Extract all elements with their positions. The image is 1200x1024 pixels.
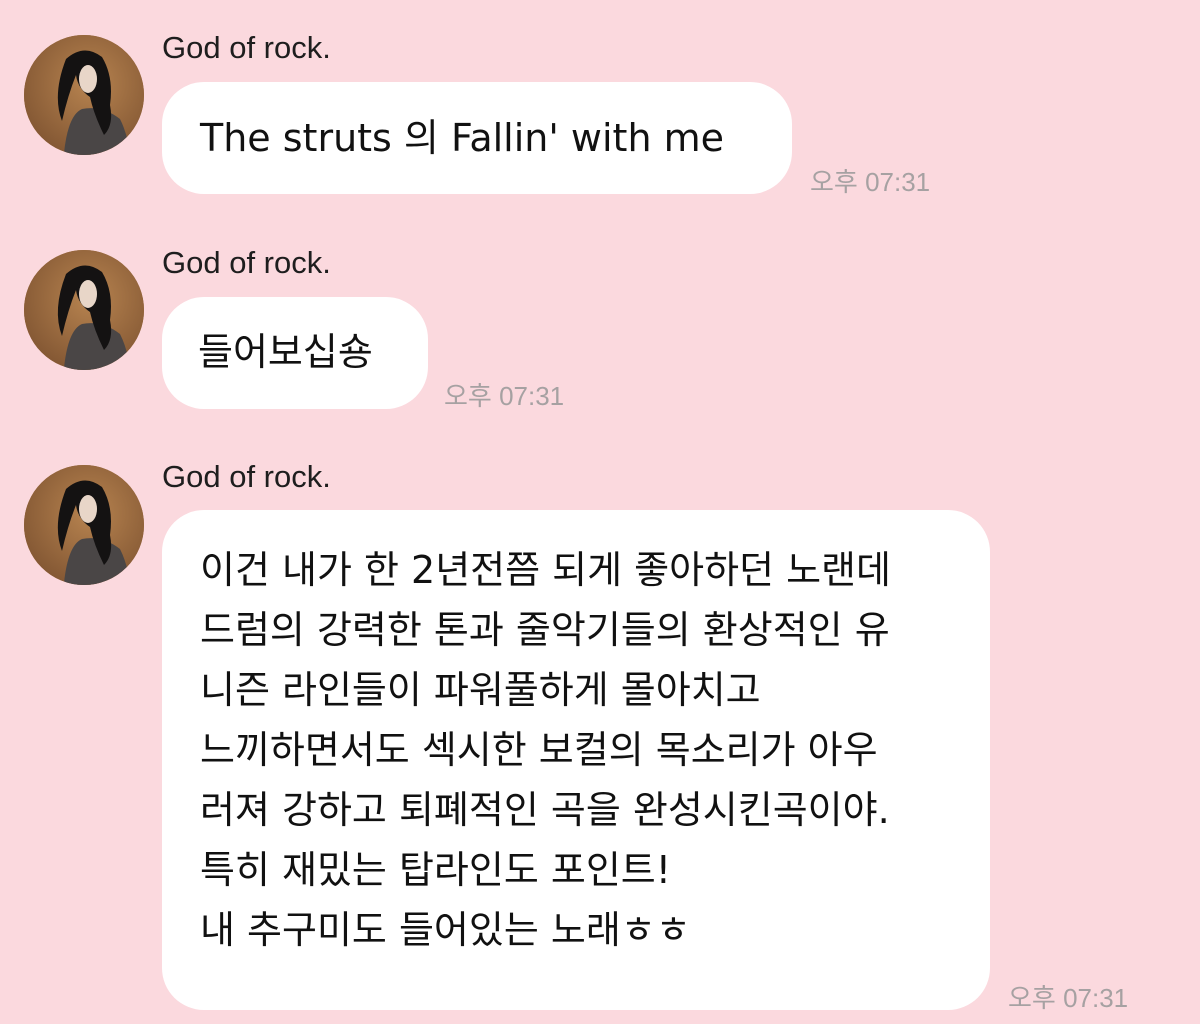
profile-photo-icon: [24, 35, 144, 155]
message-timestamp: 오후 07:31: [444, 381, 565, 411]
sender-name: God of rock.: [162, 459, 331, 494]
message-bubble[interactable]: The struts 의 Fallin' with me: [162, 82, 792, 194]
message-bubble[interactable]: 이건 내가 한 2년전쯤 되게 좋아하던 노랜데 드럼의 강력한 톤과 줄악기들…: [162, 510, 990, 1010]
profile-photo-icon: [24, 465, 144, 585]
message-text-line: 느끼하면서도 섹시한 보컬의 목소리가 아우: [200, 728, 878, 772]
message-text: The struts 의 Fallin' with me: [200, 116, 725, 160]
message-text-line: 내 추구미도 들어있는 노래ㅎㅎ: [200, 908, 691, 952]
message-text-line: 이건 내가 한 2년전쯤 되게 좋아하던 노랜데: [200, 548, 891, 592]
sender-avatar[interactable]: [24, 250, 144, 370]
message-text-line: 드럼의 강력한 톤과 줄악기들의 환상적인 유: [200, 608, 890, 652]
message-text: 들어보십숑: [198, 330, 373, 374]
sender-avatar[interactable]: [24, 35, 144, 155]
message-text-line: 니즌 라인들이 파워풀하게 몰아치고: [200, 668, 761, 712]
message-timestamp: 오후 07:31: [1008, 983, 1129, 1013]
message-text-line: 특히 재밌는 탑라인도 포인트!: [200, 848, 671, 892]
sender-name: God of rock.: [162, 30, 331, 65]
message-text-line: 러져 강하고 퇴폐적인 곡을 완성시킨곡이야.: [200, 788, 890, 832]
message-bubble[interactable]: 들어보십숑: [162, 297, 428, 409]
sender-name: God of rock.: [162, 245, 331, 280]
message-timestamp: 오후 07:31: [810, 167, 931, 197]
sender-avatar[interactable]: [24, 465, 144, 585]
profile-photo-icon: [24, 250, 144, 370]
